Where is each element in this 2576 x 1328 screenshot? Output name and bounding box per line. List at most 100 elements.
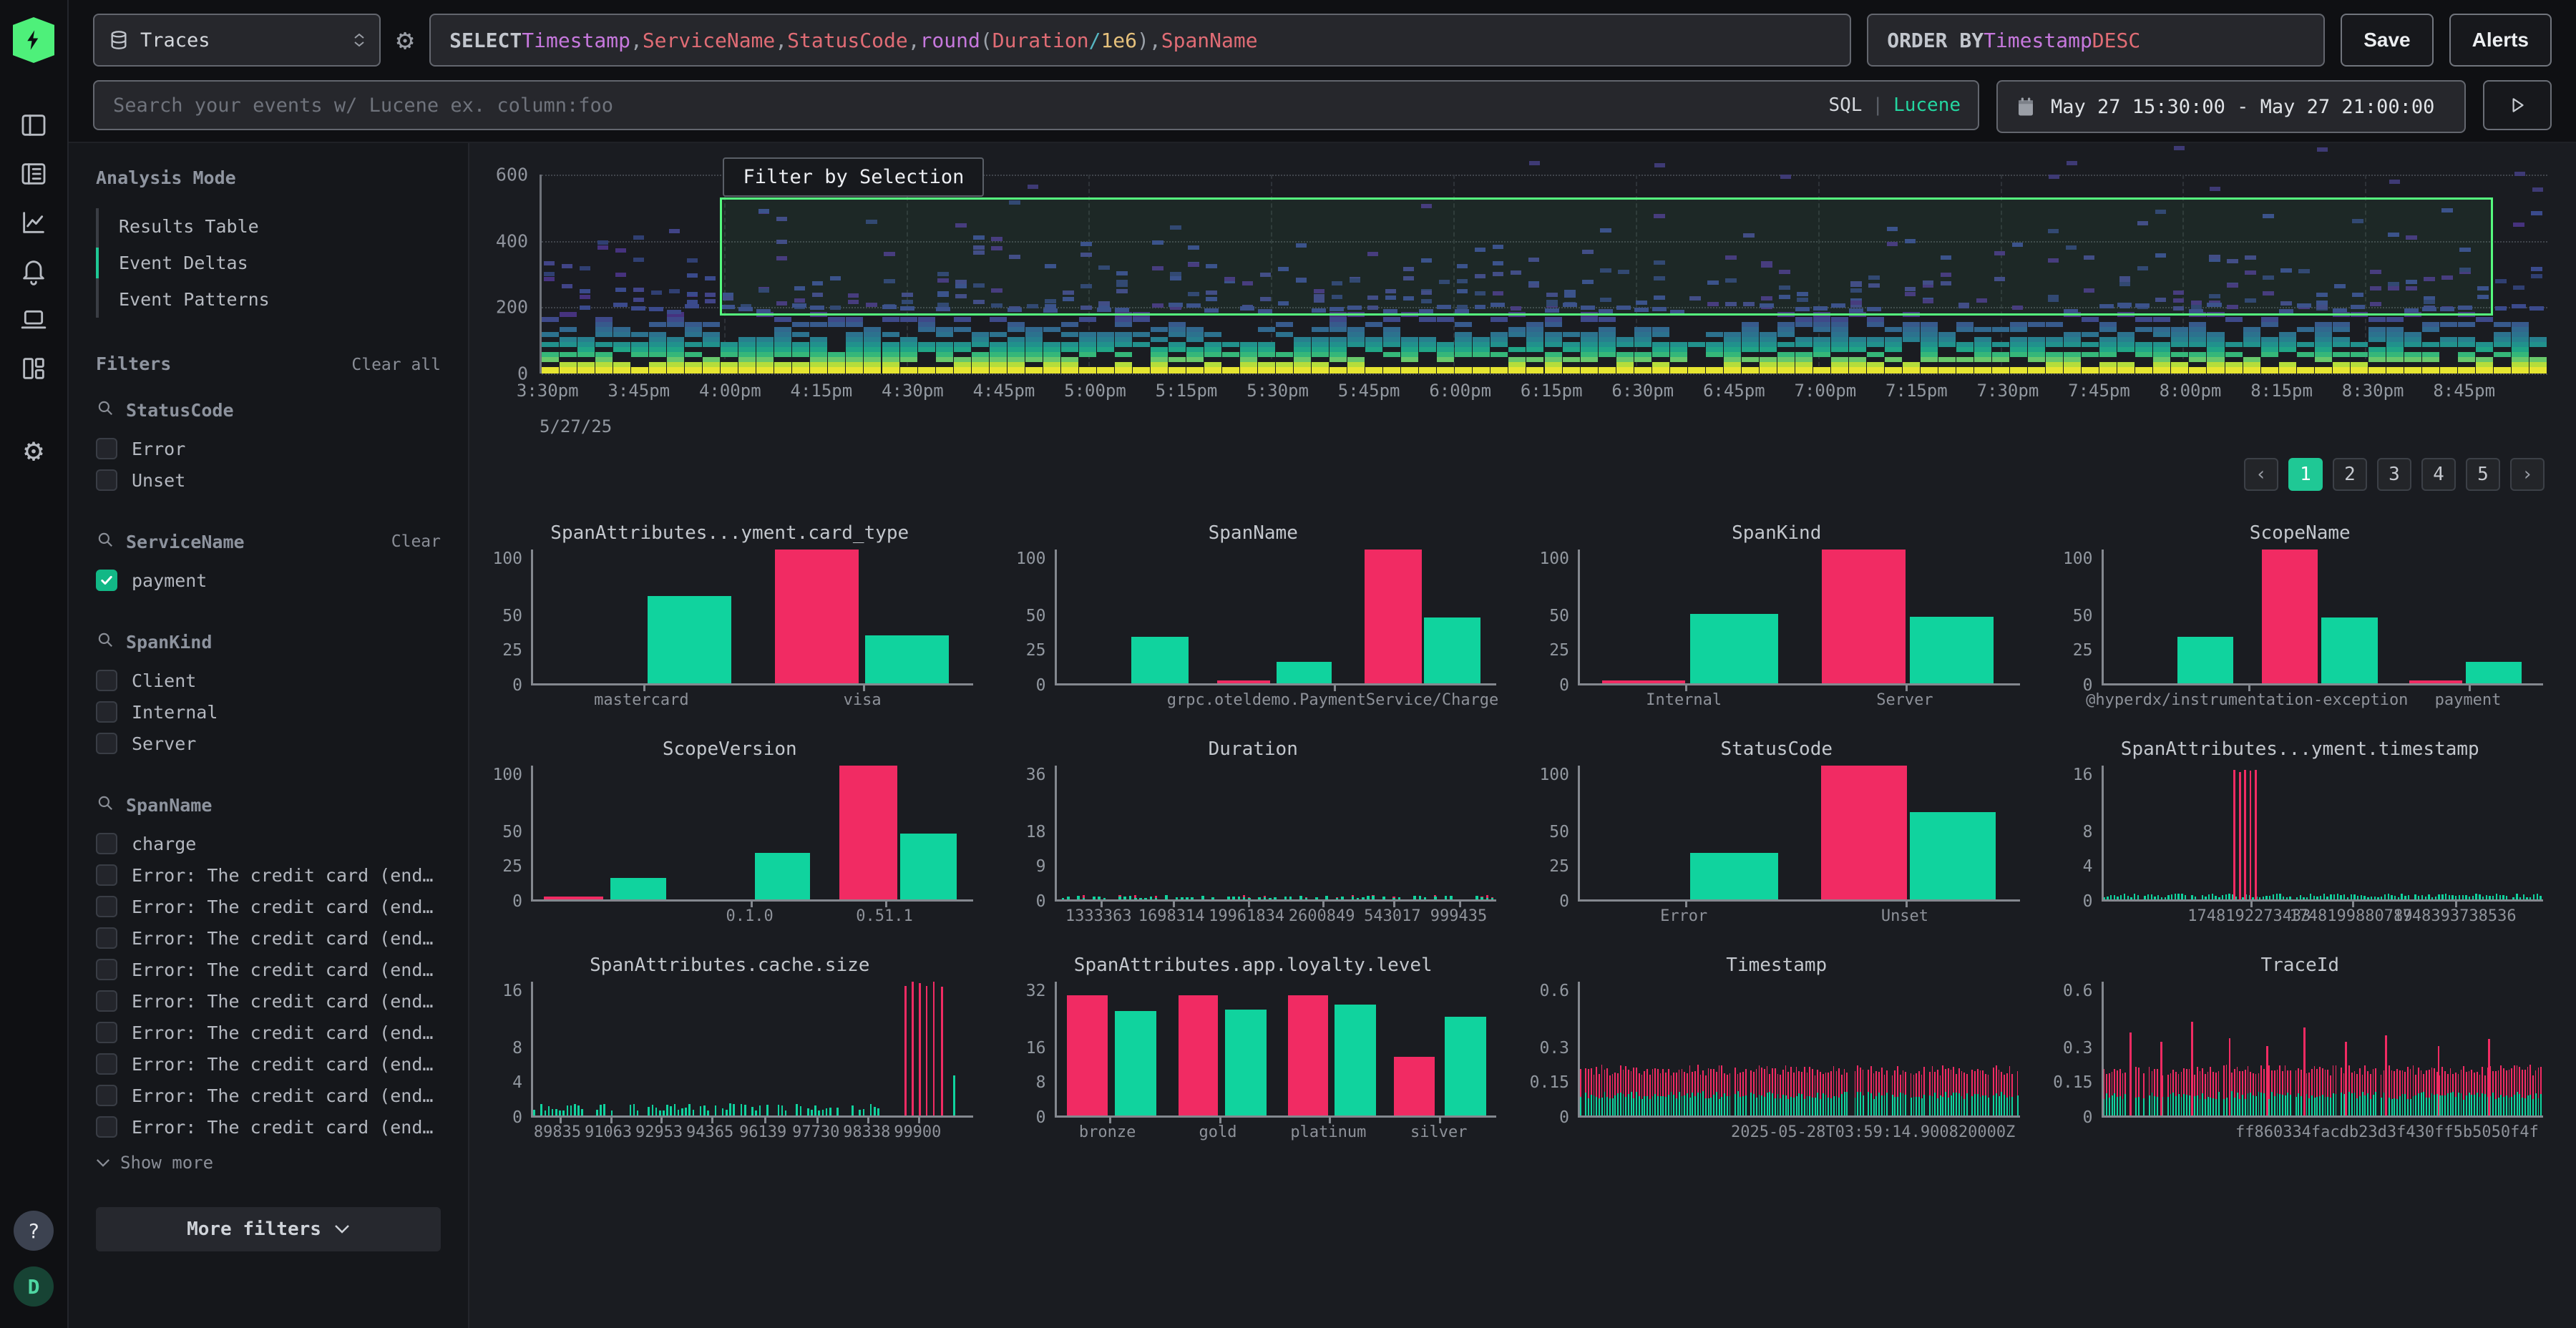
heatmap-cell xyxy=(1581,332,1598,337)
more-filters-button[interactable]: More filters xyxy=(96,1207,441,1251)
heatmap-cell xyxy=(738,352,756,357)
clear-filter-link[interactable]: Clear xyxy=(391,532,441,551)
panel-left-icon[interactable] xyxy=(17,109,50,142)
search-icon[interactable] xyxy=(96,530,114,553)
checkbox[interactable] xyxy=(96,833,117,854)
mini-chart-plot[interactable] xyxy=(1578,766,2020,902)
search-icon[interactable] xyxy=(96,630,114,653)
checkbox[interactable] xyxy=(96,670,117,691)
filter-checkbox-row[interactable]: Error: The credit card (end… xyxy=(96,891,441,922)
mini-chart-plot[interactable] xyxy=(1055,766,1497,902)
date-range-picker[interactable]: May 27 15:30:00 - May 27 21:00:00 xyxy=(1996,80,2466,133)
mini-chart-plot[interactable] xyxy=(1578,982,2020,1118)
heatmap-cell xyxy=(2386,327,2404,332)
checkbox[interactable] xyxy=(96,701,117,723)
filter-checkbox-row[interactable]: Internal xyxy=(96,696,441,728)
mini-chart-plot[interactable] xyxy=(531,982,973,1118)
pagination-next-button[interactable]: › xyxy=(2510,458,2545,491)
mini-chart-plot[interactable] xyxy=(2102,982,2544,1118)
checkbox[interactable] xyxy=(96,864,117,886)
clear-all-link[interactable]: Clear all xyxy=(351,356,441,374)
pagination-page-4[interactable]: 4 xyxy=(2421,458,2456,491)
overview-heatmap-plot[interactable] xyxy=(540,175,2547,374)
analysis-mode-item-results-table[interactable]: Results Table xyxy=(99,208,441,245)
mode-lucene[interactable]: Lucene xyxy=(1893,94,1961,116)
analysis-mode-item-event-deltas[interactable]: Event Deltas xyxy=(99,245,441,281)
filter-by-selection-tooltip[interactable]: Filter by Selection xyxy=(723,157,984,197)
mini-chart-plot[interactable] xyxy=(1055,550,1497,685)
analysis-mode-item-event-patterns[interactable]: Event Patterns xyxy=(99,281,441,318)
layout-icon[interactable] xyxy=(17,352,50,385)
filter-checkbox-row[interactable]: payment xyxy=(96,565,441,596)
pagination-prev-button[interactable]: ‹ xyxy=(2244,458,2278,491)
filter-checkbox-row[interactable]: Client xyxy=(96,665,441,696)
pagination-page-5[interactable]: 5 xyxy=(2466,458,2500,491)
pagination-page-3[interactable]: 3 xyxy=(2377,458,2411,491)
mini-chart-plot[interactable] xyxy=(2102,766,2544,902)
laptop-icon[interactable] xyxy=(17,303,50,336)
search-icon[interactable] xyxy=(96,794,114,816)
strip-bar-baseline xyxy=(2195,897,2196,899)
mini-chart-plot[interactable] xyxy=(531,766,973,902)
save-button[interactable]: Save xyxy=(2341,14,2433,67)
heatmap-cell xyxy=(2189,322,2206,327)
checkbox[interactable] xyxy=(96,896,117,917)
checkbox[interactable] xyxy=(96,927,117,949)
filter-checkbox-row[interactable]: Unset xyxy=(96,464,441,496)
heatmap-cell xyxy=(631,306,645,311)
checkbox[interactable] xyxy=(96,1053,117,1075)
filter-checkbox-row[interactable]: Error: The credit card (end… xyxy=(96,1017,441,1048)
news-icon[interactable] xyxy=(17,157,50,190)
heatmap-cell xyxy=(703,367,720,374)
filter-checkbox-row[interactable]: Error: The credit card (end… xyxy=(96,1111,441,1143)
filter-checkbox-row[interactable]: Error: The credit card (end… xyxy=(96,985,441,1017)
checkbox-checked[interactable] xyxy=(96,570,117,591)
checkbox[interactable] xyxy=(96,959,117,980)
order-by-input[interactable]: ORDER BY Timestamp DESC xyxy=(1867,14,2325,67)
chart-line-icon[interactable] xyxy=(17,206,50,239)
show-more-link[interactable]: Show more xyxy=(96,1153,441,1173)
heatmap-cell xyxy=(738,347,756,352)
filter-checkbox-row[interactable]: Error: The credit card (end… xyxy=(96,954,441,985)
checkbox[interactable] xyxy=(96,1022,117,1043)
checkbox[interactable] xyxy=(96,1085,117,1106)
strip-bar-baseline xyxy=(2157,895,2159,899)
search-input[interactable] xyxy=(93,80,1979,130)
rail-gear-icon[interactable]: ⚙ xyxy=(17,434,50,467)
help-button[interactable]: ? xyxy=(14,1211,54,1251)
run-query-button[interactable] xyxy=(2483,80,2552,130)
source-select[interactable]: Traces xyxy=(93,14,381,67)
checkbox[interactable] xyxy=(96,1116,117,1138)
select-query-input[interactable]: SELECT Timestamp,ServiceName,StatusCode,… xyxy=(429,14,1851,67)
selection-rectangle[interactable] xyxy=(720,197,2493,316)
checkbox[interactable] xyxy=(96,990,117,1012)
main-panel: Filter by Selection 6004002000 3:30pm3:4… xyxy=(469,143,2576,1328)
checkbox[interactable] xyxy=(96,438,117,459)
mini-chart-plot[interactable] xyxy=(531,550,973,685)
pagination-page-1[interactable]: 1 xyxy=(2288,458,2323,491)
filter-checkbox-row[interactable]: Error: The credit card (end… xyxy=(96,922,441,954)
pagination-page-2[interactable]: 2 xyxy=(2333,458,2367,491)
heatmap-cell xyxy=(2207,357,2224,362)
bell-icon[interactable] xyxy=(17,255,50,288)
mini-chart-plot[interactable] xyxy=(1055,982,1497,1118)
filter-checkbox-row[interactable]: Error xyxy=(96,433,441,464)
filter-group-name: SpanName xyxy=(126,795,212,816)
alerts-button[interactable]: Alerts xyxy=(2449,14,2552,67)
source-settings-gear-icon[interactable]: ⚙ xyxy=(396,24,414,57)
heatmap-cell xyxy=(1652,342,1669,347)
mini-chart-plot[interactable] xyxy=(1578,550,2020,685)
mode-sql[interactable]: SQL xyxy=(1828,94,1862,116)
avatar[interactable]: D xyxy=(14,1266,54,1307)
filter-checkbox-row[interactable]: Server xyxy=(96,728,441,759)
filter-checkbox-row[interactable]: Error: The credit card (end… xyxy=(96,1080,441,1111)
filter-checkbox-row[interactable]: Error: The credit card (end… xyxy=(96,859,441,891)
heatmap-cell xyxy=(2261,342,2278,347)
filter-checkbox-row[interactable]: Error: The credit card (end… xyxy=(96,1048,441,1080)
mini-chart-plot[interactable] xyxy=(2102,550,2544,685)
search-icon[interactable] xyxy=(96,399,114,421)
checkbox[interactable] xyxy=(96,733,117,754)
checkbox[interactable] xyxy=(96,469,117,491)
hyperdx-logo-icon[interactable] xyxy=(13,17,54,63)
filter-checkbox-row[interactable]: charge xyxy=(96,828,441,859)
